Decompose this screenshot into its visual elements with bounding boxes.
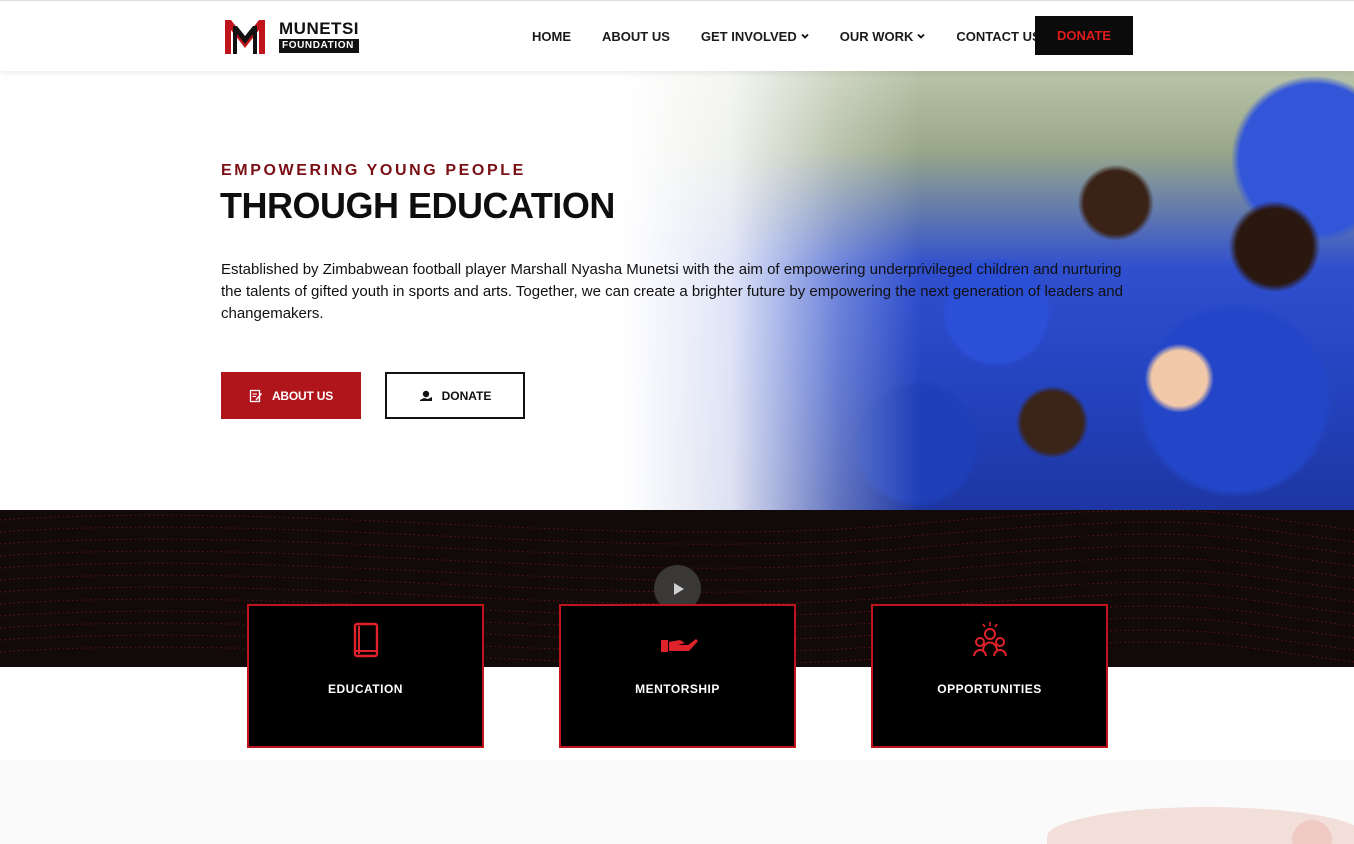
feature-card-mentorship[interactable]: MENTORSHIP — [559, 604, 796, 748]
nav-get-involved[interactable]: GET INVOLVED — [701, 29, 809, 44]
donate-hand-icon — [419, 390, 432, 401]
feature-card-label: OPPORTUNITIES — [937, 682, 1042, 696]
nav-our-work-label: OUR WORK — [839, 28, 914, 44]
nav-contact-us[interactable]: CONTACT US — [956, 29, 1040, 44]
nav-our-work[interactable]: OUR WORK — [840, 29, 926, 44]
people-icon — [972, 622, 1007, 657]
nav-contact-us-label: CONTACT US — [956, 28, 1041, 44]
nav-about-us-label: ABOUT US — [602, 28, 670, 44]
hero-donate-button-label: DONATE — [441, 388, 492, 403]
hero-eyebrow: EMPOWERING YOUNG PEOPLE — [221, 162, 526, 179]
hero-intro-text: Established by Zimbabwean football playe… — [221, 261, 1123, 322]
chevron-down-icon — [917, 33, 926, 39]
header-donate-button[interactable]: DONATE — [1035, 16, 1133, 55]
feature-card-label: MENTORSHIP — [635, 682, 720, 696]
play-icon — [673, 582, 684, 595]
book-icon — [353, 622, 378, 658]
site-header: MUNETSI FOUNDATION HOME ABOUT US GET INV… — [0, 0, 1354, 71]
about-us-button[interactable]: ABOUT US — [221, 372, 361, 419]
feature-card-opportunities[interactable]: OPPORTUNITIES — [871, 604, 1108, 748]
nav-home-label: HOME — [532, 28, 571, 44]
hero-headline: THROUGH EDUCATION — [220, 185, 615, 226]
hero-section: EMPOWERING YOUNG PEOPLE THROUGH EDUCATIO… — [0, 71, 1354, 510]
nav-get-involved-label: GET INVOLVED — [700, 28, 797, 44]
nav-home[interactable]: HOME — [532, 29, 571, 44]
logo-subtitle: FOUNDATION — [279, 38, 359, 53]
chevron-down-icon — [801, 33, 809, 39]
logo[interactable]: MUNETSI FOUNDATION — [223, 16, 373, 56]
hero-donate-button[interactable]: DONATE — [385, 372, 525, 419]
about-us-button-label: ABOUT US — [271, 388, 334, 403]
logo-name: MUNETSI — [279, 18, 359, 38]
logo-mark-icon — [225, 20, 265, 54]
nav-about-us[interactable]: ABOUT US — [602, 29, 670, 44]
feature-card-education[interactable]: EDUCATION — [247, 604, 484, 748]
main-nav: HOME ABOUT US GET INVOLVED OUR WORK CONT… — [532, 1, 1072, 71]
edit-document-icon — [249, 389, 262, 402]
hand-icon — [660, 639, 698, 652]
feature-card-label: EDUCATION — [328, 682, 403, 696]
